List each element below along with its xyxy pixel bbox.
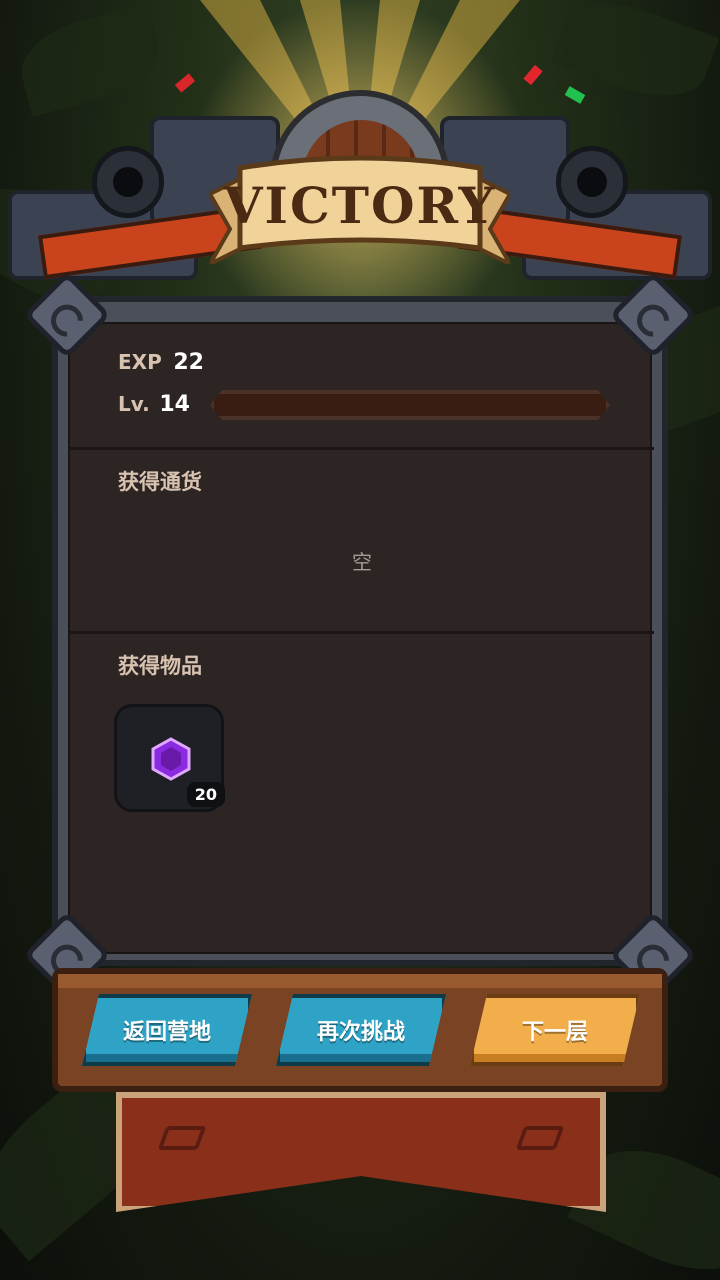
right-cannon (556, 146, 628, 218)
retry-button[interactable]: 再次挑战 (276, 994, 446, 1066)
return-camp-button[interactable]: 返回营地 (82, 994, 252, 1066)
items-title: 获得物品 (118, 654, 202, 678)
exp-section: EXP 22 Lv. 14 (70, 324, 654, 450)
results-panel: EXP 22 Lv. 14 获得通货 空 获得物品 20 (23, 271, 697, 999)
exp-label: EXP (118, 350, 162, 374)
currency-section: 获得通货 空 (70, 450, 654, 634)
victory-header: VICTORY (0, 80, 720, 310)
level-row: Lv. 14 (118, 392, 190, 417)
results-panel-inner: EXP 22 Lv. 14 获得通货 空 获得物品 20 (68, 322, 654, 956)
level-value: 14 (159, 392, 190, 417)
exp-value: 22 (173, 350, 204, 375)
next-floor-button[interactable]: 下一层 (470, 994, 640, 1066)
purple-cube-icon (151, 737, 191, 781)
items-section: 获得物品 20 (70, 634, 654, 956)
return-camp-label: 返回营地 (122, 1020, 211, 1045)
next-floor-label: 下一层 (521, 1020, 588, 1045)
exp-row: EXP 22 (118, 350, 204, 375)
level-label: Lv. (118, 392, 150, 416)
item-slot[interactable]: 20 (114, 704, 225, 812)
victory-title: VICTORY (223, 176, 497, 235)
currency-title: 获得通货 (118, 470, 202, 494)
left-cannon (92, 146, 164, 218)
level-progress-bar (210, 390, 610, 420)
currency-empty-text: 空 (352, 550, 372, 574)
retry-label: 再次挑战 (316, 1020, 405, 1045)
item-count: 20 (186, 782, 225, 807)
